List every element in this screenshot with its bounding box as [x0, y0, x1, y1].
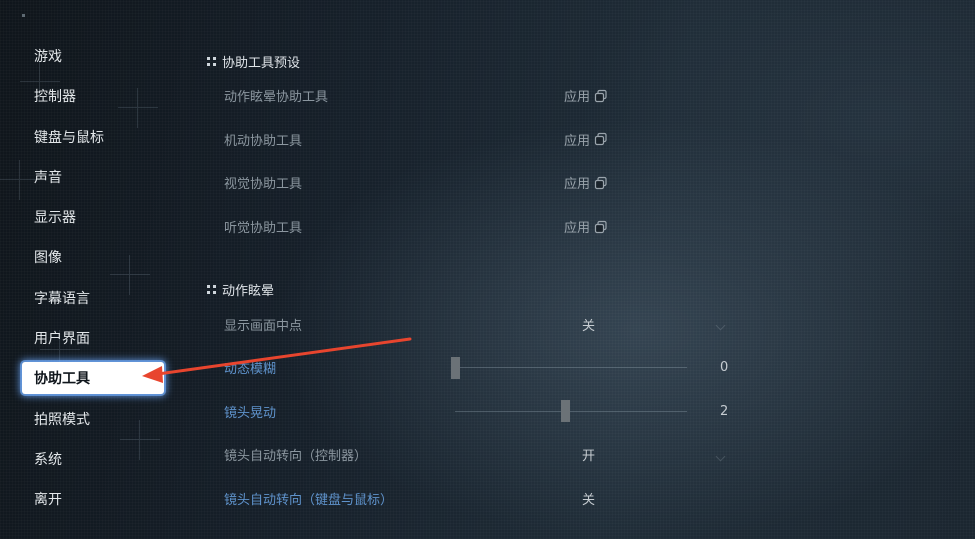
sidebar-item-subtitles-language[interactable]: 字幕语言 [22, 282, 164, 314]
sidebar-item-photo-mode[interactable]: 拍照模式 [22, 403, 164, 435]
sidebar-item-game[interactable]: 游戏 [22, 40, 164, 72]
slider-track[interactable] [455, 410, 687, 412]
corner-marker [22, 14, 25, 17]
chevron-down-icon [715, 320, 726, 331]
drag-handle-icon [207, 56, 216, 66]
setting-label: 视觉协助工具 [224, 177, 303, 193]
setting-label: 镜头自动转向（键盘与鼠标） [224, 493, 394, 509]
setting-label: 动态模糊 [224, 362, 277, 378]
setting-row-auto-camera-controller[interactable]: 镜头自动转向（控制器） 开 [207, 433, 747, 477]
option-value[interactable]: 开 [582, 445, 595, 464]
setting-label: 显示画面中点 [224, 318, 303, 334]
preset-row-mobility[interactable]: 机动协助工具 应用 [207, 118, 747, 162]
section-header-motion-sickness: 动作眩晕 [207, 276, 747, 302]
option-value[interactable]: 关 [582, 489, 595, 508]
slider-value: 0 [720, 360, 729, 376]
sidebar-item-quit[interactable]: 离开 [22, 483, 164, 515]
section-title: 动作眩晕 [222, 283, 275, 299]
setting-label: 机动协助工具 [224, 133, 303, 149]
sidebar-item-keyboard-mouse[interactable]: 键盘与鼠标 [22, 121, 164, 153]
sidebar-item-controller[interactable]: 控制器 [22, 80, 164, 112]
settings-panel: 协助工具预设 动作眩晕协助工具 应用 机动协助工具 应用 视觉协助工具 应用 听… [207, 48, 747, 520]
apply-button[interactable]: 应用 [564, 86, 608, 105]
apply-button[interactable]: 应用 [564, 173, 608, 192]
sidebar-item-graphics[interactable]: 图像 [22, 241, 164, 273]
section-title: 协助工具预设 [222, 55, 301, 71]
setting-label: 镜头自动转向（控制器） [224, 449, 368, 465]
copy-icon [594, 133, 607, 146]
slider-track[interactable] [455, 367, 687, 369]
setting-label: 动作眩晕协助工具 [224, 90, 329, 106]
section-header-presets: 协助工具预设 [207, 48, 747, 74]
drag-handle-icon [207, 284, 216, 294]
sidebar-item-system[interactable]: 系统 [22, 443, 164, 475]
slider-thumb[interactable] [451, 356, 460, 379]
setting-label: 听觉协助工具 [224, 221, 303, 237]
copy-icon [594, 220, 607, 233]
slider-thumb[interactable] [561, 400, 571, 423]
preset-row-vision[interactable]: 视觉协助工具 应用 [207, 161, 747, 205]
copy-icon [594, 89, 607, 102]
setting-row-show-center-dot[interactable]: 显示画面中点 关 [207, 302, 747, 346]
sidebar-item-display[interactable]: 显示器 [22, 201, 164, 233]
preset-row-hearing[interactable]: 听觉协助工具 应用 [207, 205, 747, 249]
sidebar-item-audio[interactable]: 声音 [22, 161, 164, 193]
setting-row-auto-camera-keyboard-mouse[interactable]: 镜头自动转向（键盘与鼠标） 关 [207, 477, 747, 521]
sidebar-item-accessibility[interactable]: 协助工具 [22, 362, 164, 395]
copy-icon [594, 176, 607, 190]
settings-sidebar: 游戏 控制器 键盘与鼠标 声音 显示器 图像 字幕语言 用户界面 协助工具 拍照… [22, 40, 164, 524]
option-value[interactable]: 关 [582, 315, 595, 334]
chevron-down-icon [715, 451, 726, 462]
setting-label: 镜头晃动 [224, 405, 277, 421]
preset-row-motion-sickness[interactable]: 动作眩晕协助工具 应用 [207, 74, 747, 118]
sidebar-item-user-interface[interactable]: 用户界面 [22, 322, 164, 354]
setting-row-motion-blur[interactable]: 动态模糊 0 [207, 346, 747, 390]
slider-value: 2 [720, 403, 729, 419]
setting-row-camera-shake[interactable]: 镜头晃动 2 [207, 390, 747, 434]
apply-button[interactable]: 应用 [564, 130, 608, 149]
apply-button[interactable]: 应用 [564, 217, 608, 236]
